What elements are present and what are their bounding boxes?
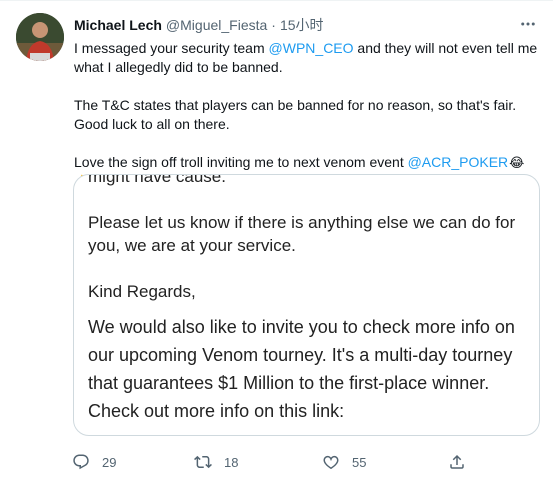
author-name[interactable]: Michael Lech [74,17,162,33]
tweet-header: Michael Lech @Miguel_Fiesta · 15小时 [74,15,324,35]
heart-icon [323,455,339,469]
tweet-actions: 29 18 55 [72,451,472,473]
separator-dot: · [271,17,276,33]
tweet-paragraph-1: I messaged your security team @WPN_CEO a… [74,39,540,77]
avatar[interactable] [16,13,64,61]
media-text-paragraph: We would also like to invite you to chec… [88,317,515,421]
more-button[interactable] [517,13,539,35]
mention-link[interactable]: @ACR_POKER [408,154,509,170]
author-handle[interactable]: @Miguel_Fiesta [166,17,267,33]
media-text-paragraph: Please let us know if there is anything … [88,213,516,255]
share-button[interactable] [448,451,466,473]
media-text-line: might have cause. [88,174,226,186]
reply-count: 29 [102,454,117,470]
like-button[interactable]: 55 [322,451,366,473]
reply-icon [73,454,89,470]
text-segment: Love the sign off troll inviting me to n… [74,154,408,170]
tweet-text: I messaged your security team @WPN_CEO a… [74,39,540,191]
tweet-timestamp[interactable]: 15小时 [280,15,324,35]
media-screenshot-text: might have cause. Please let us know if … [88,174,533,425]
tweet-media-image[interactable]: might have cause. Please let us know if … [73,174,540,436]
retweet-button[interactable]: 18 [194,451,238,473]
retweet-count: 18 [224,454,239,470]
media-text-paragraph: Kind Regards, [88,282,196,301]
retweet-icon [194,455,212,469]
tweet[interactable]: Michael Lech @Miguel_Fiesta · 15小时 I mes… [0,0,553,482]
mention-link[interactable]: @WPN_CEO [269,40,354,56]
like-count: 55 [352,454,367,470]
more-horizontal-icon [521,22,535,26]
tweet-paragraph-2: The T&C states that players can be banne… [74,97,517,132]
share-icon [450,454,464,469]
text-segment: I messaged your security team [74,40,269,56]
reply-button[interactable]: 29 [72,451,116,473]
